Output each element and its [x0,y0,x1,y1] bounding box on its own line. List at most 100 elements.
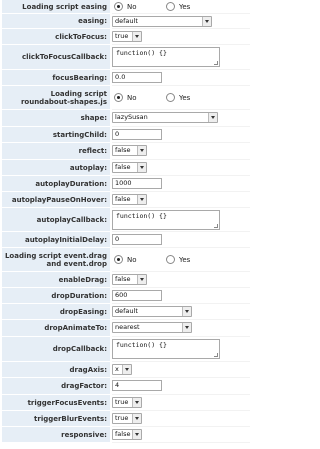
chevron-down-icon[interactable] [202,17,211,26]
startingchild-input[interactable]: 0 [112,129,162,140]
radio-option-no[interactable]: No [114,86,137,109]
setting-row-autoplay: autoplay: false [0,160,250,176]
radio-option-yes[interactable]: Yes [166,0,190,13]
radio-option-no[interactable]: No [114,0,137,13]
setting-value-cell: nearest [112,320,250,337]
setting-value-cell: function() {} [112,208,250,232]
chevron-down-icon[interactable] [137,163,146,172]
setting-label: enableDrag: [2,272,110,288]
setting-row-autoplaypauseonhover: autoplayPauseOnHover: false [0,192,250,208]
autoplayinitialdelay-input[interactable]: 0 [112,234,162,245]
chevron-down-icon[interactable] [132,398,141,407]
setting-row-loading-script-event-drag-and-event-drop: Loading script event.drag and event.drop… [0,248,250,272]
reflect-select[interactable]: false [112,145,147,156]
enabledrag-select[interactable]: false [112,274,147,285]
setting-value-cell: false [112,272,250,288]
setting-row-dragfactor: dragFactor: 4 [0,378,250,395]
dragfactor-input[interactable]: 4 [112,380,162,391]
resize-handle-icon[interactable] [214,61,218,65]
setting-row-clicktofocus: clickToFocus: true [0,29,250,45]
autoplayduration-input[interactable]: 1000 [112,178,162,189]
setting-row-dropeasing: dropEasing: default [0,304,250,320]
dropanimateto-select[interactable]: nearest [112,322,192,333]
setting-row-autoplayinitialdelay: autoplayInitialDelay: 0 [0,232,250,248]
setting-label: Loading script easing [2,0,110,14]
setting-value-cell: false [112,160,250,176]
chevron-down-icon[interactable] [182,307,191,316]
shape-select[interactable]: lazySusan [112,112,218,123]
radio-button-icon[interactable] [166,2,175,11]
select-value: true [115,32,129,40]
chevron-down-icon[interactable] [137,275,146,284]
textarea-value: function() {} [116,341,167,349]
chevron-down-icon[interactable] [137,195,146,204]
setting-label: autoplay: [2,160,110,176]
focusbearing-input[interactable]: 0.0 [112,72,162,83]
setting-label: Loading script roundabout-shapes.js [2,86,110,110]
chevron-down-icon[interactable] [132,32,141,41]
dragaxis-select[interactable]: x [112,364,132,375]
select-value: false [115,146,131,154]
radio-button-icon[interactable] [166,93,175,102]
setting-value-cell: No Yes [112,0,250,14]
chevron-down-icon[interactable] [208,113,217,122]
setting-label: dragAxis: [2,362,110,378]
select-value: true [115,398,129,406]
select-value: false [115,430,131,438]
setting-label: Loading script event.drag and event.drop [2,248,110,272]
radio-button-icon[interactable] [166,255,175,264]
autoplaypauseonhover-select[interactable]: false [112,194,147,205]
setting-row-clicktofocuscallback: clickToFocusCallback: function() {} [0,45,250,70]
dropduration-input[interactable]: 600 [112,290,162,301]
setting-row-dropanimateto: dropAnimateTo: nearest [0,320,250,337]
settings-form: Loading script easing No Yes easing: default… [0,0,250,449]
radio-button-icon[interactable] [114,255,123,264]
setting-value-cell: lazySusan [112,110,250,127]
triggerfocusevents-select[interactable]: true [112,397,142,408]
chevron-down-icon[interactable] [132,414,141,423]
triggerblurevents-select[interactable]: true [112,413,142,424]
setting-label: easing: [2,14,110,29]
radio-option-label: Yes [179,2,191,11]
responsive-select[interactable]: false [112,429,142,440]
radio-option-yes[interactable]: Yes [166,248,190,271]
radio-option-no[interactable]: No [114,248,137,271]
setting-value-cell: 0 [112,127,250,143]
setting-row-focusbearing: focusBearing: 0.0 [0,70,250,86]
radio-option-label: Yes [179,93,191,102]
radio-option-yes[interactable]: Yes [166,86,190,109]
setting-value-cell: function() {} [112,337,250,362]
resize-handle-icon[interactable] [214,353,218,357]
textarea-value: function() {} [116,212,167,220]
easing-select[interactable]: default [112,16,212,27]
setting-row-dragaxis: dragAxis: x [0,362,250,378]
setting-row-dropduration: dropDuration: 600 [0,288,250,304]
setting-row-dropcallback: dropCallback: function() {} [0,337,250,362]
setting-label: autoplayInitialDelay: [2,232,110,248]
autoplay-select[interactable]: false [112,162,147,173]
setting-row-triggerfocusevents: triggerFocusEvents: true [0,395,250,411]
chevron-down-icon[interactable] [122,365,131,374]
setting-row-loading-script-easing: Loading script easing No Yes [0,0,250,14]
dropeasing-select[interactable]: default [112,306,192,317]
chevron-down-icon[interactable] [182,323,191,332]
clicktofocuscallback-textarea[interactable]: function() {} [112,47,220,67]
chevron-down-icon[interactable] [137,146,146,155]
select-value: lazySusan [115,113,148,121]
autoplaycallback-textarea[interactable]: function() {} [112,210,220,230]
dropcallback-textarea[interactable]: function() {} [112,339,220,359]
setting-label: dropEasing: [2,304,110,320]
setting-label: triggerBlurEvents: [2,411,110,427]
select-value: nearest [115,323,140,331]
radio-button-icon[interactable] [114,2,123,11]
resize-handle-icon[interactable] [214,224,218,228]
radio-option-label: Yes [179,255,191,264]
setting-row-responsive: responsive: false [0,427,250,443]
clicktofocus-select[interactable]: true [112,31,142,42]
select-value: true [115,414,129,422]
setting-row-reflect: reflect: false [0,143,250,160]
radio-button-icon[interactable] [114,93,123,102]
setting-value-cell: true [112,395,250,411]
chevron-down-icon[interactable] [132,430,141,439]
textarea-value: function() {} [116,49,167,57]
